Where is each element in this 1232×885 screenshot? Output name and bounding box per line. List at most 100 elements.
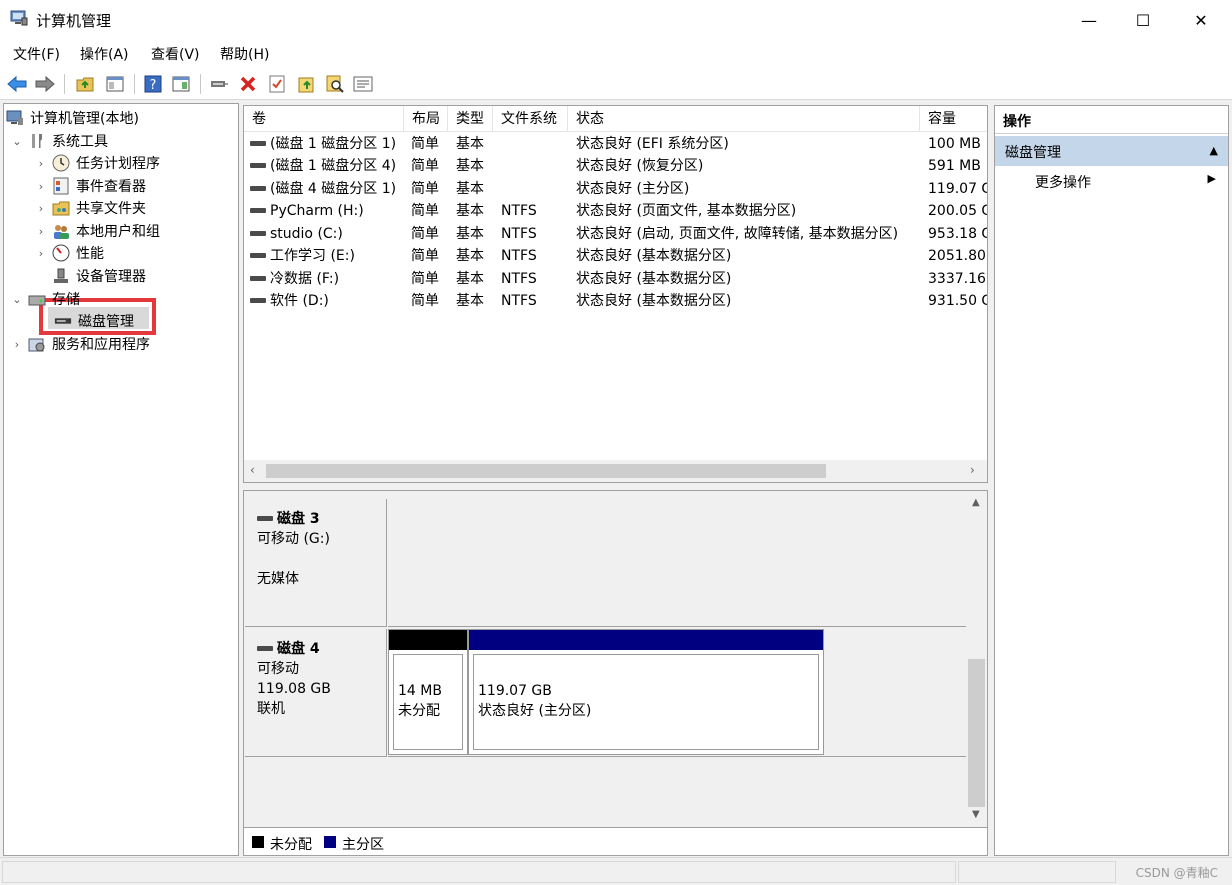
tree-label-event-viewer: 事件查看器 [76,179,146,195]
vertical-scrollbar[interactable]: ▲ ▼ [966,491,987,825]
column-header-volume[interactable]: 卷 [244,106,404,132]
volume-type: 基本 [456,136,484,152]
chevron-right-icon[interactable]: › [34,247,48,260]
disk-3-label[interactable]: 磁盘 3 可移动 (G:) 无媒体 [245,499,387,627]
tree-label-services-apps: 服务和应用程序 [52,337,150,353]
disk-name: 磁盘 3 [277,511,320,527]
column-header-status[interactable]: 状态 [568,106,920,132]
chevron-right-icon[interactable]: › [34,225,48,238]
tree-node-services-apps[interactable]: › 服务和应用程序 [10,333,150,355]
volume-capacity: 100 MB [928,136,981,152]
disk-type: 可移动 (G:) [257,531,330,547]
volume-fs: NTFS [501,248,537,264]
more-actions-item[interactable]: 更多操作 [1035,172,1091,192]
scroll-left-icon[interactable]: ‹ [250,463,255,477]
volume-fs: NTFS [501,271,537,287]
legend: 未分配 主分区 [244,827,987,855]
volume-row[interactable]: 冷数据 (F:) 简单 基本 NTFS 状态良好 (基本数据分区) 3337.1… [244,268,987,290]
volume-row[interactable]: (磁盘 1 磁盘分区 4) 简单 基本 状态良好 (恢复分区) 591 MB [244,155,987,177]
volume-fs: NTFS [501,203,537,219]
volume-status: 状态良好 (基本数据分区) [576,248,732,264]
horizontal-scrollbar[interactable]: ‹ › [244,460,987,482]
scroll-thumb[interactable] [266,464,826,478]
connect-icon[interactable] [208,73,230,95]
properties-icon[interactable] [352,73,374,95]
folder-up-icon[interactable] [296,73,318,95]
disk-4-label[interactable]: 磁盘 4 可移动 119.08 GB 联机 [245,629,387,757]
scroll-thumb[interactable] [968,659,985,807]
maximize-button[interactable]: ☐ [1114,0,1172,40]
volume-name: 工作学习 (E:) [270,248,355,264]
partition-primary[interactable]: 119.07 GB 状态良好 (主分区) [468,629,824,755]
minimize-button[interactable]: — [1060,0,1118,40]
chevron-right-icon[interactable]: › [34,180,48,193]
volume-row[interactable]: PyCharm (H:) 简单 基本 NTFS 状态良好 (页面文件, 基本数据… [244,200,987,222]
tree-label-shared-folders: 共享文件夹 [76,201,146,217]
tree-node-event-viewer[interactable]: › 事件查看器 [34,175,146,197]
column-header-type[interactable]: 类型 [448,106,493,132]
search-icon[interactable] [324,73,346,95]
partition-bar [389,630,467,650]
volume-icon [250,140,266,146]
column-header-filesystem[interactable]: 文件系统 [493,106,568,132]
menu-file[interactable]: 文件(F) [13,44,60,64]
help-icon[interactable]: ? [142,73,164,95]
volume-row[interactable]: (磁盘 1 磁盘分区 1) 简单 基本 状态良好 (EFI 系统分区) 100 … [244,133,987,155]
tree-node-device-manager[interactable]: 设备管理器 [52,265,146,287]
chevron-right-icon[interactable]: › [10,338,24,351]
up-folder-icon[interactable] [74,73,96,95]
tree-label-device-manager: 设备管理器 [76,269,146,285]
close-button[interactable]: ✕ [1172,0,1230,40]
chevron-down-icon[interactable]: ⌄ [10,293,24,306]
tree-node-local-users[interactable]: › 本地用户和组 [34,220,160,242]
show-hide-tree-icon[interactable] [104,73,126,95]
svg-text:?: ? [150,78,157,93]
check-icon[interactable] [266,73,288,95]
menu-help[interactable]: 帮助(H) [220,44,269,64]
volume-capacity: 3337.16 [928,271,986,287]
collapse-icon[interactable]: ▲ [1210,144,1218,157]
volume-icon [250,275,266,281]
tree-label-storage: 存储 [52,292,80,308]
partition-unallocated[interactable]: 14 MB 未分配 [388,629,468,755]
forward-icon[interactable] [34,73,56,95]
actions-pane: 操作 磁盘管理 ▲ 更多操作 ▶ [994,105,1229,856]
tree-node-performance[interactable]: › 性能 [34,242,104,264]
menu-view[interactable]: 查看(V) [151,44,200,64]
column-header-layout[interactable]: 布局 [404,106,448,132]
chevron-right-icon[interactable]: › [34,157,48,170]
volume-row[interactable]: studio (C:) 简单 基本 NTFS 状态良好 (启动, 页面文件, 故… [244,223,987,245]
event-viewer-icon [52,177,70,195]
tree-node-disk-management[interactable]: 磁盘管理 [54,310,134,332]
chevron-right-icon[interactable]: › [34,202,48,215]
volume-icon [250,252,266,258]
show-hide-action-icon[interactable] [170,73,192,95]
volume-row[interactable]: 工作学习 (E:) 简单 基本 NTFS 状态良好 (基本数据分区) 2051.… [244,245,987,267]
tools-icon [28,132,46,150]
volume-layout: 简单 [411,226,439,242]
volume-row[interactable]: (磁盘 4 磁盘分区 1) 简单 基本 状态良好 (主分区) 119.07 G [244,178,987,200]
toolbar: ? [0,68,1232,100]
submenu-arrow-icon[interactable]: ▶ [1208,172,1216,185]
partition-body: 119.07 GB 状态良好 (主分区) [473,654,819,750]
volume-row[interactable]: 软件 (D:) 简单 基本 NTFS 状态良好 (基本数据分区) 931.50 … [244,290,987,312]
scroll-down-icon[interactable]: ▼ [972,809,980,820]
chevron-down-icon[interactable]: ⌄ [10,135,24,148]
back-icon[interactable] [6,73,28,95]
tree-node-shared-folders[interactable]: › 共享文件夹 [34,197,146,219]
tree-node-task-scheduler[interactable]: › 任务计划程序 [34,152,160,174]
title-bar: 计算机管理 — ☐ ✕ [0,0,1232,40]
actions-section-disk-management[interactable]: 磁盘管理 ▲ [995,136,1228,166]
tree-label-performance: 性能 [76,246,104,262]
tree-node-root[interactable]: 计算机管理(本地) [6,107,139,129]
scroll-up-icon[interactable]: ▲ [972,497,980,508]
column-header-capacity[interactable]: 容量 [920,106,987,132]
scroll-right-icon[interactable]: › [970,463,975,477]
volume-list-header: 卷 布局 类型 文件系统 状态 容量 [244,106,987,132]
tree-node-system-tools[interactable]: ⌄ 系统工具 [10,130,108,152]
tree-node-storage[interactable]: ⌄ 存储 [10,288,80,310]
disk-4-area: 14 MB 未分配 119.07 GB 状态良好 (主分区) [388,629,966,757]
disk-management-icon [54,312,72,330]
menu-action[interactable]: 操作(A) [80,44,129,64]
delete-icon[interactable] [237,73,259,95]
